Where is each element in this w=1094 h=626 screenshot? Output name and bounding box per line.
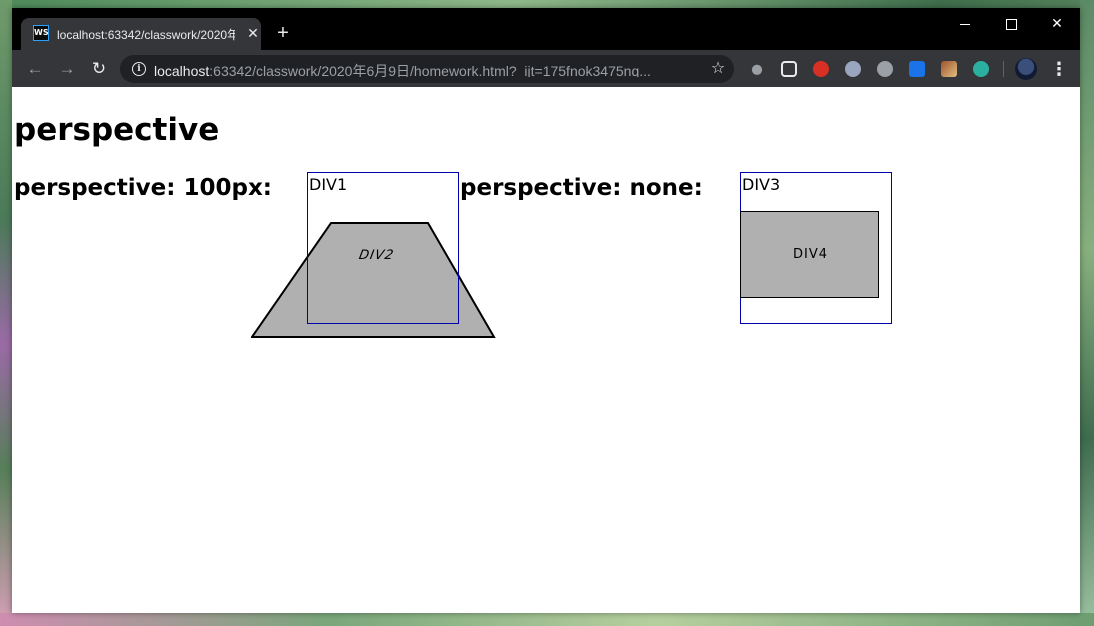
minimize-icon	[960, 23, 970, 25]
page-title: perspective	[14, 112, 220, 148]
desktop-wallpaper-bottom	[0, 613, 1094, 626]
tab-close-icon[interactable]: ✕	[245, 24, 261, 42]
tab-strip: WS localhost:63342/classwork/2020年6月9日/h…	[12, 8, 1080, 50]
window-close-button[interactable]: ✕	[1034, 12, 1080, 34]
maximize-button[interactable]	[988, 12, 1034, 34]
url-host: localhost	[154, 63, 210, 77]
tab-title: localhost:63342/classwork/2020年6月9日/home…	[57, 28, 235, 42]
url-text[interactable]: localhost:63342/classwork/2020年6月9日/home…	[154, 61, 694, 77]
browser-toolbar: ← → ↻ i localhost:63342/classwork/2020年6…	[12, 50, 1080, 87]
extension-icon-6[interactable]	[909, 61, 925, 77]
page-content: perspective perspective: 100px: DIV2 DIV…	[12, 87, 1080, 613]
play-extension-icon[interactable]	[877, 61, 893, 77]
perspective-100px-label: perspective: 100px:	[14, 175, 272, 201]
new-tab-button[interactable]: +	[272, 22, 294, 44]
webstorm-favicon-icon: WS	[33, 25, 49, 41]
div4-label: DIV4	[793, 247, 829, 262]
extension-icon-2[interactable]	[781, 61, 797, 77]
maximize-icon	[1005, 18, 1017, 30]
bookmark-star-icon[interactable]: ☆	[709, 58, 727, 80]
perspective-none-label: perspective: none:	[460, 175, 703, 201]
tab-homework[interactable]: WS localhost:63342/classwork/2020年6月9日/h…	[21, 18, 261, 50]
desktop-wallpaper-right	[1080, 0, 1094, 626]
forward-button[interactable]: →	[55, 57, 79, 81]
minimize-button[interactable]	[942, 12, 988, 34]
extension-icon-4[interactable]	[845, 61, 861, 77]
desktop-wallpaper-left	[0, 0, 12, 626]
profile-avatar[interactable]	[1015, 58, 1037, 80]
extension-icon-7[interactable]	[941, 61, 957, 77]
div1-box: DIV1	[307, 172, 459, 324]
url-path: :63342/classwork/2020年6月9日/homework.html…	[209, 63, 651, 77]
div3-label: DIV3	[742, 175, 781, 194]
address-bar[interactable]: i localhost:63342/classwork/2020年6月9日/ho…	[120, 55, 734, 83]
div1-label: DIV1	[309, 175, 348, 194]
browser-window: WS localhost:63342/classwork/2020年6月9日/h…	[12, 8, 1080, 613]
toolbar-divider	[1003, 61, 1004, 77]
extension-icon-1[interactable]	[749, 61, 765, 77]
reload-button[interactable]: ↻	[87, 57, 111, 81]
browser-menu-icon[interactable]: ⋮	[1049, 57, 1069, 81]
site-info-icon[interactable]: i	[132, 62, 146, 76]
div4-box: DIV4	[740, 211, 879, 298]
adblock-icon[interactable]	[813, 61, 829, 77]
back-button[interactable]: ←	[23, 57, 47, 81]
extension-icon-8[interactable]	[973, 61, 989, 77]
